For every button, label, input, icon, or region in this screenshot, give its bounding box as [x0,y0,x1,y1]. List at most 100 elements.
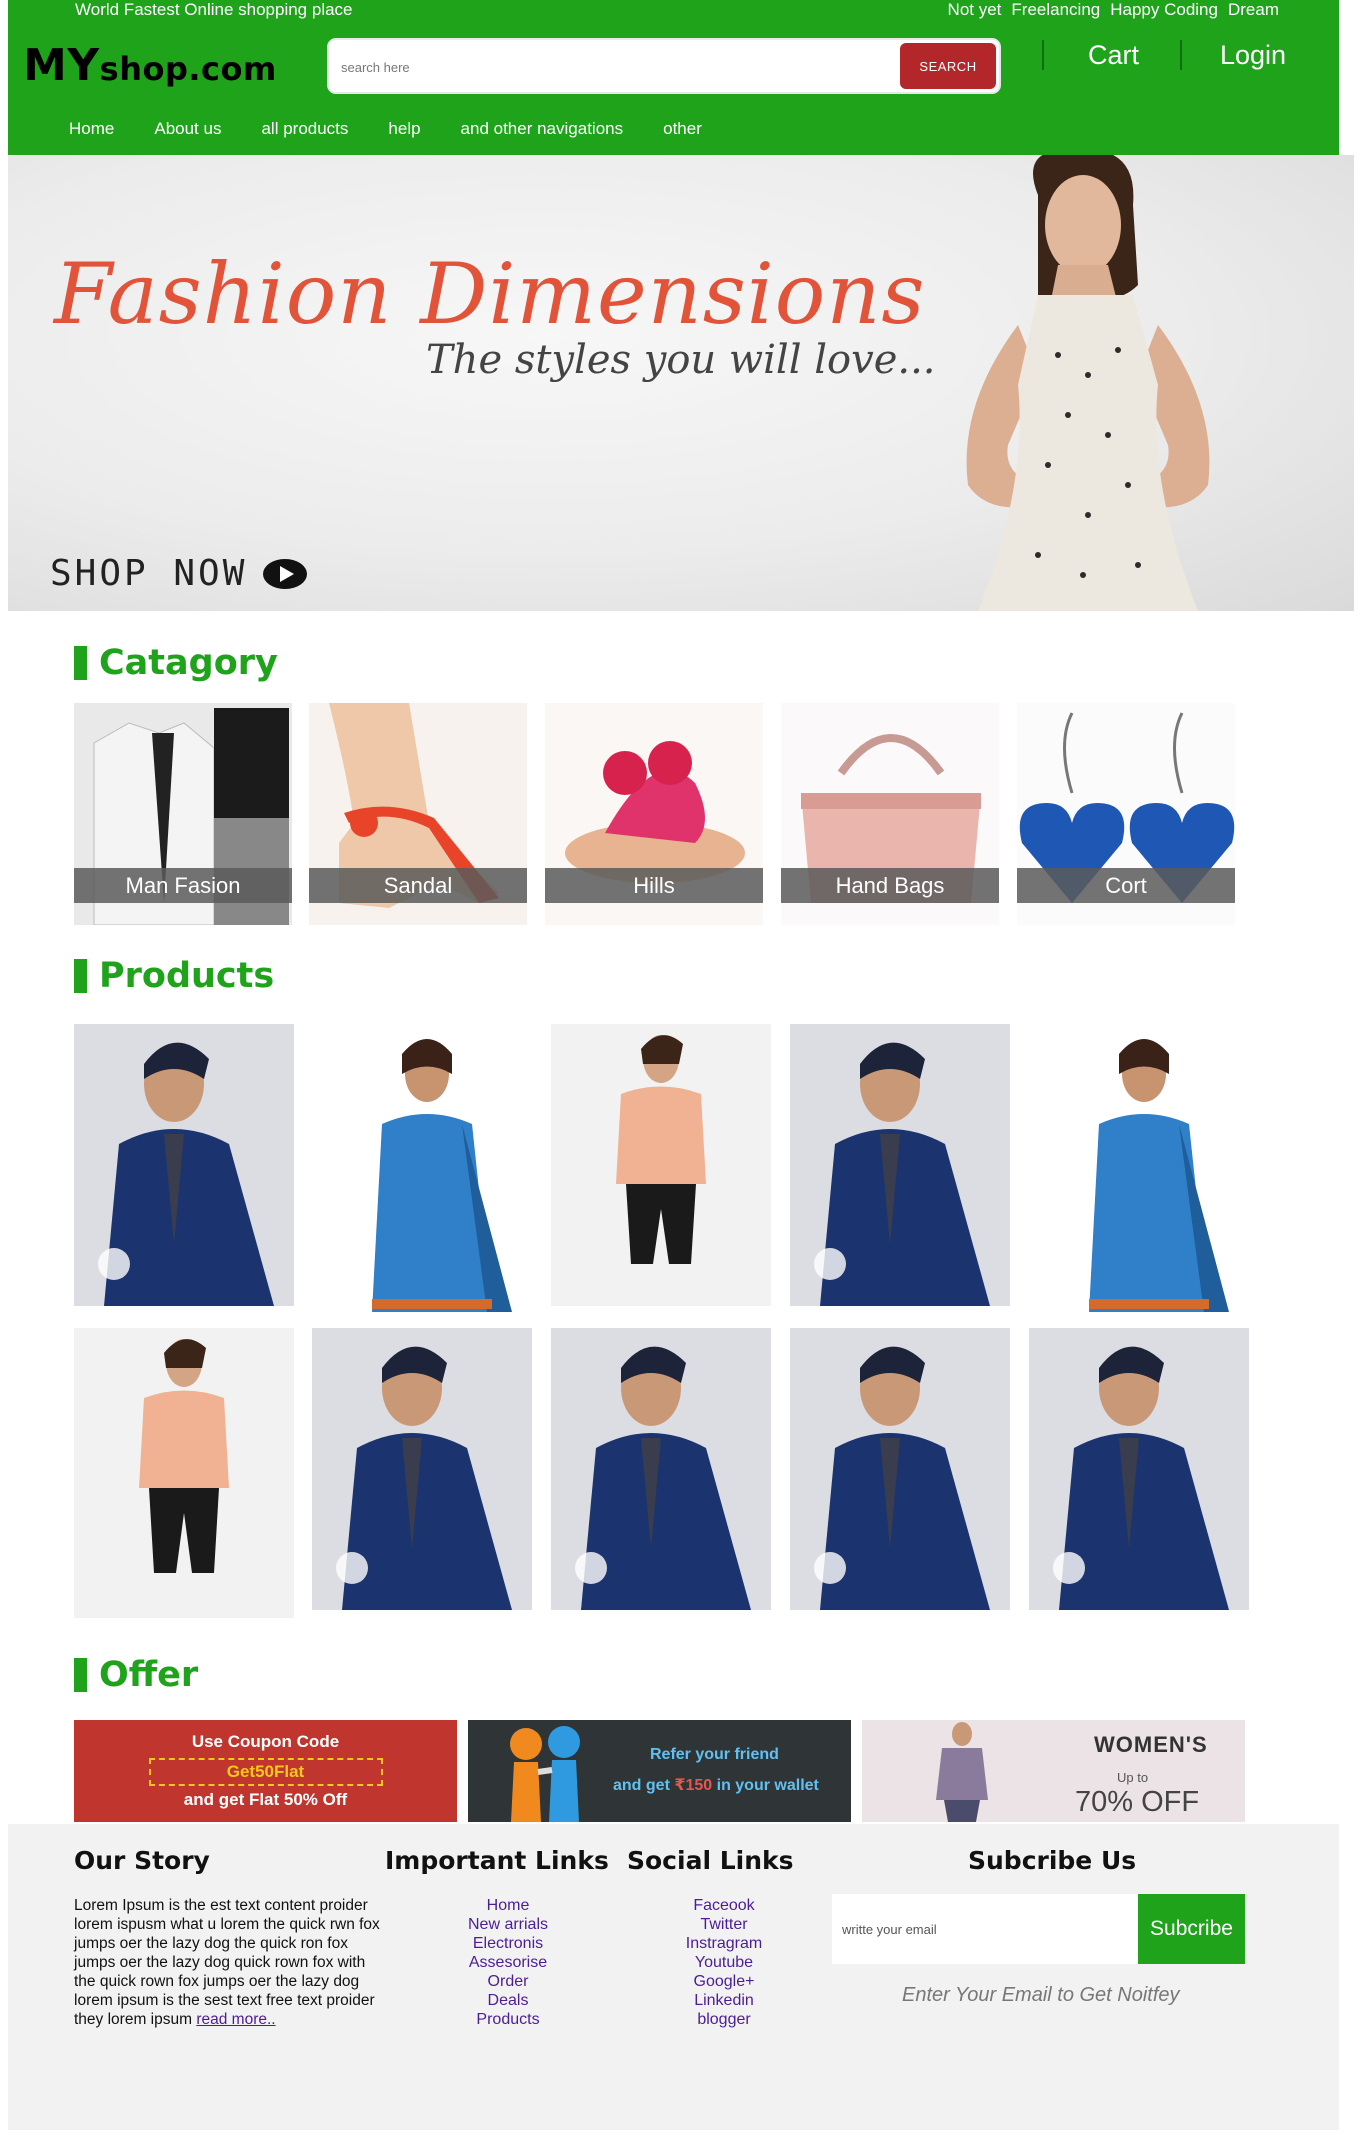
subscribe-email-input[interactable] [832,1894,1147,1964]
social-link-linkedin[interactable]: Linkedin [654,1991,794,2010]
nav-other-navigations[interactable]: and other navigations [461,119,624,139]
search-button[interactable]: SEARCH [900,43,996,89]
footer-link-new-arrivals[interactable]: New arrials [438,1915,578,1934]
nav-all-products[interactable]: all products [261,119,348,139]
womens-offer-banner[interactable]: WOMEN'S Up to 70% OFF [862,1720,1245,1822]
footer-link-deals[interactable]: Deals [438,1991,578,2010]
social-link-google-plus[interactable]: Google+ [654,1972,794,1991]
read-more-link[interactable]: read more.. [196,2011,275,2028]
refer-line-2-post: in your wallet [712,1777,819,1794]
logo-shop: shop.com [99,50,277,88]
category-caption: Man Fasion [74,868,292,903]
cart-link[interactable]: Cart [1088,40,1139,71]
social-link-blogger[interactable]: blogger [654,2010,794,2029]
hero-model-image [966,155,1210,611]
top-link-not-yet[interactable]: Not yet [948,0,1002,20]
top-bar: World Fastest Online shopping place Not … [8,0,1339,20]
story-body: Lorem Ipsum is the est text content proi… [74,1897,380,2028]
product-card[interactable] [551,1328,771,1610]
category-card-cort[interactable]: Cort [1017,703,1235,925]
shop-now-label: SHOP NOW [50,553,248,594]
heading-accent-bar [74,1658,87,1692]
offer-title: Offer [99,1655,199,1695]
tagline: World Fastest Online shopping place [75,0,353,19]
category-card-sandal[interactable]: Sandal [309,703,527,925]
coupon-code: Get50Flat [148,1758,383,1786]
product-card[interactable] [74,1328,294,1618]
header-divider [1042,40,1044,70]
our-story-text: Lorem Ipsum is the est text content proi… [74,1896,384,2029]
refer-line-1: Refer your friend [650,1746,779,1763]
nav-about-us[interactable]: About us [154,119,221,139]
important-links-list: Home New arrials Electronis Assesorise O… [438,1896,578,2029]
product-card[interactable] [1029,1024,1249,1312]
offer-heading: Offer [74,1655,199,1695]
product-card[interactable] [312,1328,532,1610]
friends-icon [510,1726,580,1822]
product-image-woman-blue-dress [1029,1024,1249,1312]
product-image-woman-blue-dress [312,1024,532,1312]
category-caption: Cort [1017,868,1235,903]
product-card[interactable] [74,1024,294,1306]
refer-line-2-pre: and get [613,1777,675,1794]
womens-upto: Up to [1117,1770,1149,1785]
our-story-heading: Our Story [74,1846,210,1875]
site-logo[interactable]: MYshop.com [23,40,277,91]
logo-my: MY [23,40,100,91]
product-image-man-blazer [551,1328,771,1610]
subscribe-button[interactable]: Subcribe [1138,1894,1245,1964]
category-card-man-fasion[interactable]: Man Fasion [74,703,292,925]
product-image-man-blazer [74,1024,294,1306]
category-caption: Hand Bags [781,868,999,903]
heading-accent-bar [74,959,87,993]
social-link-twitter[interactable]: Twitter [654,1915,794,1934]
nav-help[interactable]: help [388,119,420,139]
nav-home[interactable]: Home [69,119,114,139]
product-card[interactable] [790,1024,1010,1306]
heading-accent-bar [74,646,87,680]
footer-link-accessories[interactable]: Assesorise [438,1953,578,1972]
category-card-hand-bags[interactable]: Hand Bags [781,703,999,925]
woman-model-image [936,1722,988,1822]
refer-line-2: and get ₹150 in your wallet [613,1775,819,1795]
social-link-facebook[interactable]: Faceook [654,1896,794,1915]
login-link[interactable]: Login [1220,40,1286,71]
category-caption: Hills [545,868,763,903]
important-links-heading: Important Links [385,1846,609,1875]
social-link-youtube[interactable]: Youtube [654,1953,794,1972]
top-link-freelancing[interactable]: Freelancing [1011,0,1100,20]
footer-link-products[interactable]: Products [438,2010,578,2029]
products-title: Products [99,956,275,996]
social-links-list: Faceook Twitter Instragram Youtube Googl… [654,1896,794,2029]
coupon-offer-banner[interactable]: Use Coupon Code Get50Flat and get Flat 5… [74,1720,457,1822]
category-caption: Sandal [309,868,527,903]
refer-offer-banner[interactable]: Refer your friend and get ₹150 in your w… [468,1720,851,1822]
product-card[interactable] [312,1024,532,1312]
play-arrow-icon [263,558,308,589]
footer-link-order[interactable]: Order [438,1972,578,1991]
main-nav: Home About us all products help and othe… [69,119,742,139]
hero-banner[interactable]: Fashion Dimensions The styles you will l… [8,155,1354,611]
refer-amount: ₹150 [674,1777,713,1794]
product-image-man-blazer [1029,1328,1249,1610]
coupon-line-3: and get Flat 50% Off [183,1790,348,1809]
nav-other[interactable]: other [663,119,702,139]
search-bar: SEARCH [327,38,1001,94]
social-link-instagram[interactable]: Instragram [654,1934,794,1953]
top-link-happy-coding[interactable]: Happy Coding [1110,0,1218,20]
product-card[interactable] [551,1024,771,1306]
site-footer: Our Story Lorem Ipsum is the est text co… [8,1824,1339,2130]
shop-now-button[interactable]: SHOP NOW [50,553,308,594]
top-link-dream[interactable]: Dream [1228,0,1279,20]
footer-link-electronics[interactable]: Electronis [438,1934,578,1953]
product-image-man-blazer [312,1328,532,1610]
category-card-hills[interactable]: Hills [545,703,763,925]
footer-link-home[interactable]: Home [438,1896,578,1915]
social-links-heading: Social Links [627,1846,794,1875]
product-card[interactable] [1029,1328,1249,1610]
category-title: Catagory [99,643,278,683]
product-card[interactable] [790,1328,1010,1610]
products-heading: Products [74,956,275,996]
category-heading: Catagory [74,643,278,683]
search-input[interactable] [341,54,861,80]
